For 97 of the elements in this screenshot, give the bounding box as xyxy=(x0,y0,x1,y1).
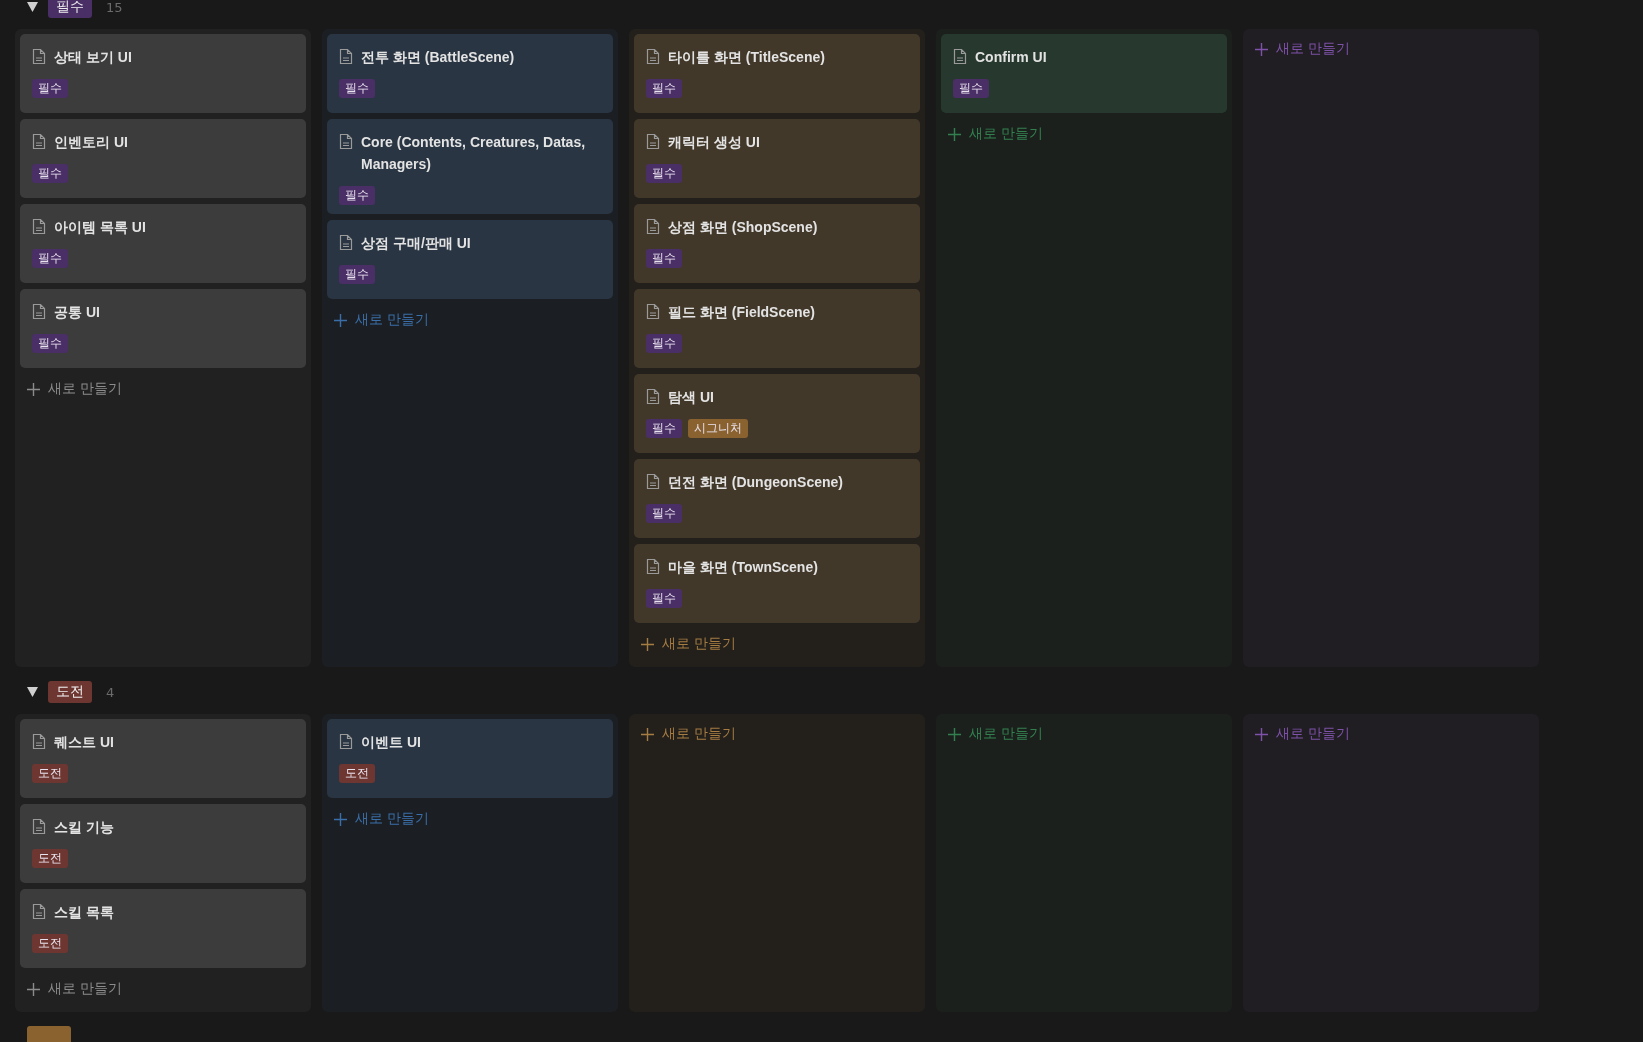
plus-icon xyxy=(1255,42,1268,56)
card-tag: 필수 xyxy=(953,79,989,98)
group-count: 15 xyxy=(106,0,123,15)
document-icon xyxy=(646,133,660,150)
task-card[interactable]: Confirm UI 필수 xyxy=(941,34,1227,113)
card-title: 타이틀 화면 (TitleScene) xyxy=(668,48,825,67)
document-icon xyxy=(339,48,353,65)
task-card[interactable]: 아이템 목록 UI 필수 xyxy=(20,204,306,283)
card-tag: 도전 xyxy=(32,849,68,868)
new-card-button[interactable]: 새로 만들기 xyxy=(634,629,744,659)
document-icon xyxy=(32,733,46,750)
group-count: 4 xyxy=(106,684,115,700)
plus-icon xyxy=(948,127,961,141)
card-tag: 필수 xyxy=(646,504,682,523)
task-card[interactable]: 필드 화면 (FieldScene) 필수 xyxy=(634,289,920,368)
card-tag: 필수 xyxy=(32,249,68,268)
toggle-triangle-icon[interactable] xyxy=(27,2,38,12)
document-icon xyxy=(646,388,660,405)
task-card[interactable]: 던전 화면 (DungeonScene) 필수 xyxy=(634,459,920,538)
task-card[interactable]: 상점 구매/판매 UI 필수 xyxy=(327,220,613,299)
task-card[interactable]: 전투 화면 (BattleScene) 필수 xyxy=(327,34,613,113)
card-tag: 필수 xyxy=(32,79,68,98)
card-tag: 필수 xyxy=(339,79,375,98)
group-tag: 필수 xyxy=(48,0,92,18)
card-tag: 필수 xyxy=(32,164,68,183)
card-tag: 필수 xyxy=(339,265,375,284)
task-card[interactable]: 스킬 기능 도전 xyxy=(20,804,306,883)
card-title: 캐릭터 생성 UI xyxy=(668,133,760,152)
task-card[interactable]: 인벤토리 UI 필수 xyxy=(20,119,306,198)
task-card[interactable]: 스킬 목록 도전 xyxy=(20,889,306,968)
card-title: 이벤트 UI xyxy=(361,733,421,752)
document-icon xyxy=(646,218,660,235)
document-icon xyxy=(646,303,660,320)
card-tag: 필수 xyxy=(646,589,682,608)
task-card[interactable]: 캐릭터 생성 UI 필수 xyxy=(634,119,920,198)
card-title: 던전 화면 (DungeonScene) xyxy=(668,473,843,492)
document-icon xyxy=(32,903,46,920)
card-tag: 도전 xyxy=(32,934,68,953)
document-icon xyxy=(646,473,660,490)
card-title: 스킬 목록 xyxy=(54,903,114,922)
card-tag: 필수 xyxy=(32,334,68,353)
plus-icon xyxy=(948,727,961,741)
card-tag: 필수 xyxy=(646,249,682,268)
task-card[interactable]: 이벤트 UI 도전 xyxy=(327,719,613,798)
task-card[interactable]: 타이틀 화면 (TitleScene) 필수 xyxy=(634,34,920,113)
card-tag: 도전 xyxy=(32,764,68,783)
document-icon xyxy=(32,218,46,235)
card-title: 필드 화면 (FieldScene) xyxy=(668,303,816,322)
task-card[interactable]: 상태 보기 UI 필수 xyxy=(20,34,306,113)
document-icon xyxy=(646,48,660,65)
card-title: 스킬 기능 xyxy=(54,818,114,837)
document-icon xyxy=(32,48,46,65)
plus-icon xyxy=(334,313,347,327)
plus-icon xyxy=(334,812,347,826)
document-icon xyxy=(339,234,353,251)
card-title: 공통 UI xyxy=(54,303,100,322)
card-tag: 필수 xyxy=(646,419,682,438)
task-card[interactable]: 마을 화면 (TownScene) 필수 xyxy=(634,544,920,623)
card-title: Core (Contents, Creatures, Datas, Managers) xyxy=(361,133,587,174)
document-icon xyxy=(32,818,46,835)
plus-icon xyxy=(27,382,40,396)
card-tag: 필수 xyxy=(339,186,375,205)
new-card-button[interactable]: 새로 만들기 xyxy=(20,974,130,1004)
document-icon xyxy=(32,133,46,150)
document-icon xyxy=(339,133,353,150)
group-tag: 도전 xyxy=(48,681,92,703)
plus-icon xyxy=(1255,727,1268,741)
card-title: 퀘스트 UI xyxy=(54,733,114,752)
plus-icon xyxy=(641,637,654,651)
task-card[interactable]: 탐색 UI 필수 시그니처 xyxy=(634,374,920,453)
document-icon xyxy=(953,48,967,65)
card-tag: 필수 xyxy=(646,79,682,98)
task-card[interactable]: 공통 UI 필수 xyxy=(20,289,306,368)
document-icon xyxy=(32,303,46,320)
plus-icon xyxy=(641,727,654,741)
task-card[interactable]: Core (Contents, Creatures, Datas, Managers) 필수 xyxy=(327,119,613,214)
toggle-triangle-icon[interactable] xyxy=(27,687,38,697)
card-title: 마을 화면 (TownScene) xyxy=(668,558,818,577)
card-title: 상태 보기 UI xyxy=(54,48,132,67)
card-tag: 시그니처 xyxy=(688,419,748,438)
card-title: Confirm UI xyxy=(975,48,1047,67)
card-title: 아이템 목록 UI xyxy=(54,218,146,237)
plus-icon xyxy=(27,982,40,996)
task-card[interactable]: 퀘스트 UI 도전 xyxy=(20,719,306,798)
card-title: 상점 화면 (ShopScene) xyxy=(668,218,818,237)
card-title: 인벤토리 UI xyxy=(54,133,128,152)
card-tag: 필수 xyxy=(646,164,682,183)
document-icon xyxy=(646,558,660,575)
card-tag: 필수 xyxy=(646,334,682,353)
new-card-button[interactable]: 새로 만들기 xyxy=(634,719,744,749)
new-card-button[interactable]: 새로 만들기 xyxy=(20,374,130,404)
task-card[interactable]: 상점 화면 (ShopScene) 필수 xyxy=(634,204,920,283)
card-title: 상점 구매/판매 UI xyxy=(361,234,471,253)
card-title: 전투 화면 (BattleScene) xyxy=(361,48,515,67)
document-icon xyxy=(339,733,353,750)
card-title: 탐색 UI xyxy=(668,388,714,407)
card-tag: 도전 xyxy=(339,764,375,783)
